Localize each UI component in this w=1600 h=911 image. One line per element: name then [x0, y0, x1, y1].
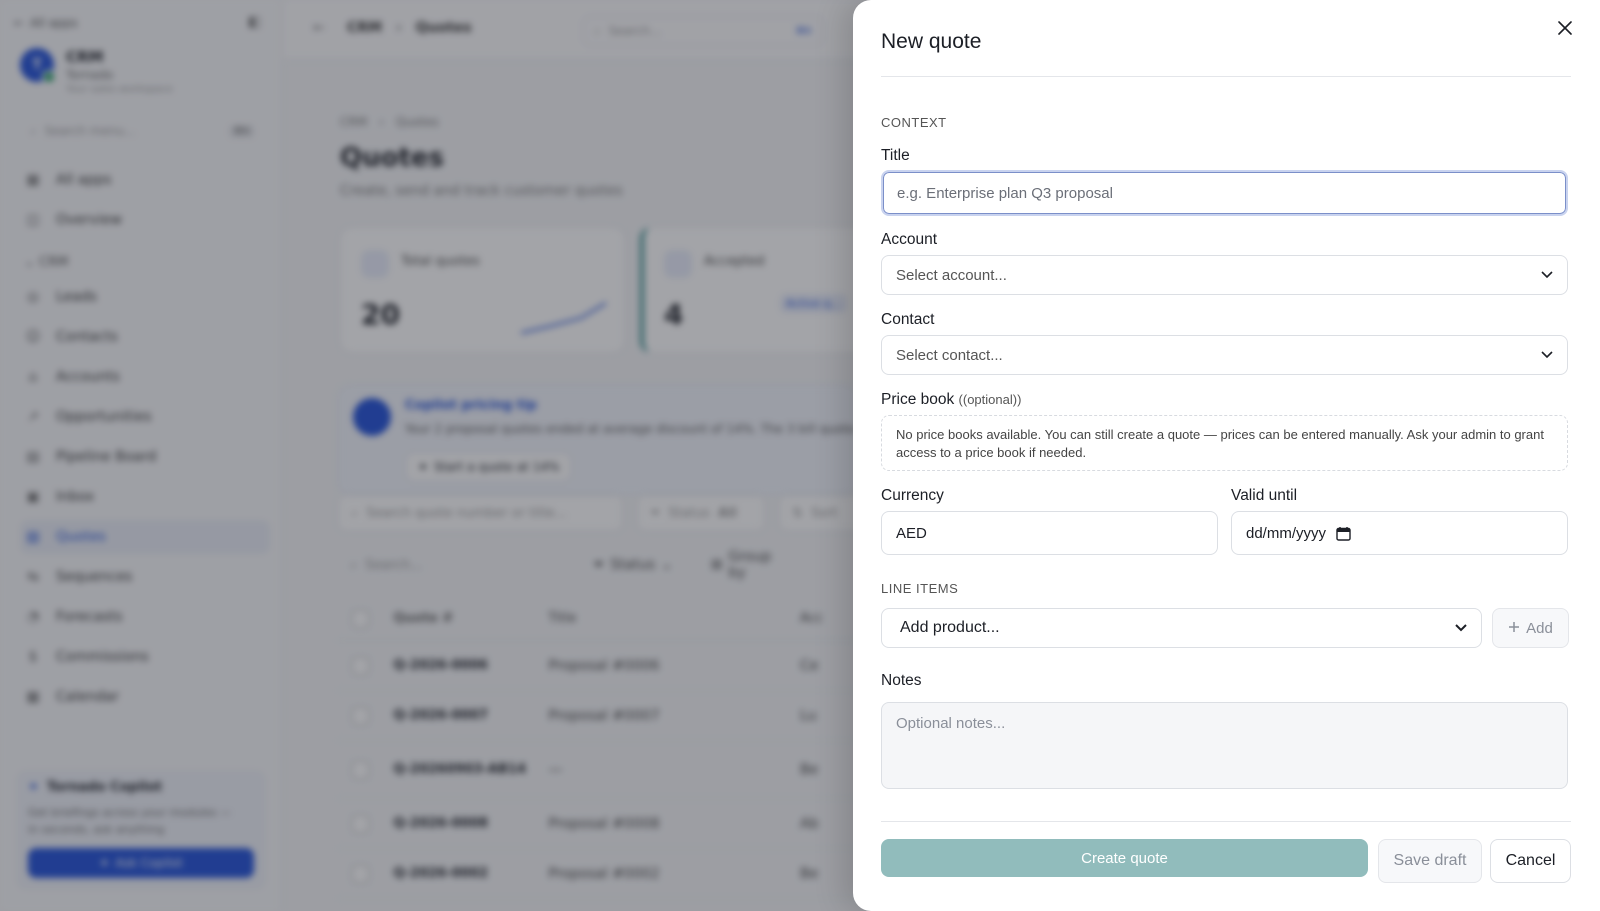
account-label: Account [881, 231, 938, 248]
divider [881, 76, 1571, 77]
chevron-down-icon [1541, 351, 1553, 359]
create-quote-button[interactable]: Create quote [881, 839, 1368, 877]
account-select-value: Select account... [896, 266, 1007, 284]
calendar-icon[interactable] [1336, 526, 1351, 541]
currency-input[interactable] [881, 511, 1218, 555]
new-quote-drawer: New quote CONTEXT Title Account Select a… [853, 0, 1600, 911]
contact-select[interactable]: Select contact... [881, 335, 1568, 375]
close-button[interactable] [1553, 16, 1577, 40]
chevron-down-icon [1455, 624, 1467, 632]
optional-hint: ((optional)) [958, 392, 1022, 407]
save-draft-button[interactable]: Save draft [1378, 839, 1482, 883]
add-line-item-button[interactable]: Add [1492, 608, 1569, 648]
cancel-button[interactable]: Cancel [1490, 839, 1571, 883]
divider [881, 821, 1571, 822]
currency-label: Currency [881, 487, 944, 504]
valid-until-date-input[interactable]: dd/mm/yyyy [1231, 511, 1568, 555]
contact-select-value: Select contact... [896, 346, 1003, 364]
section-heading-context: CONTEXT [881, 115, 947, 130]
close-icon [1558, 21, 1572, 35]
title-input[interactable] [881, 170, 1568, 216]
add-product-select[interactable]: Add product... [881, 608, 1482, 648]
add-product-value: Add product... [900, 619, 1000, 636]
contact-label: Contact [881, 311, 935, 328]
price-book-label: Price book ((optional)) [881, 391, 1021, 409]
plus-icon [1508, 620, 1520, 637]
title-label: Title [881, 147, 910, 164]
notes-label: Notes [881, 672, 922, 689]
drawer-title: New quote [881, 30, 982, 53]
price-book-notice: No price books available. You can still … [881, 415, 1568, 471]
section-heading-line-items: LINE ITEMS [881, 581, 959, 596]
add-button-label: Add [1526, 619, 1553, 637]
notes-textarea[interactable] [881, 702, 1568, 789]
valid-until-label: Valid until [1231, 487, 1298, 504]
account-select[interactable]: Select account... [881, 255, 1568, 295]
date-placeholder: dd/mm/yyyy [1246, 524, 1327, 542]
chevron-down-icon [1541, 271, 1553, 279]
price-book-label-text: Price book [881, 391, 955, 408]
